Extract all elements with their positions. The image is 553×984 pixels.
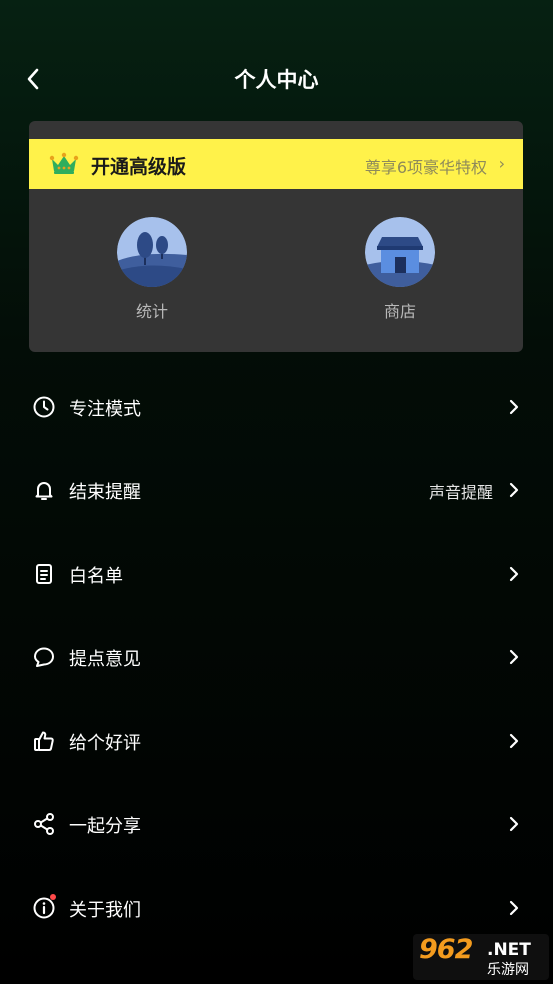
reminder-value: 声音提醒: [428, 483, 493, 502]
clock-icon: [33, 396, 55, 418]
bell-icon: [35, 482, 53, 500]
chevron-right-icon: [509, 816, 519, 832]
menu-item-end-reminder[interactable]: 结束提醒 声音提醒: [0, 460, 553, 520]
menu-label: 结束提醒: [69, 482, 141, 503]
menu-item-whitelist[interactable]: 白名单: [0, 544, 553, 604]
chevron-right-icon: ›: [498, 154, 505, 173]
document-icon: [36, 564, 52, 584]
chat-bubble-icon: [34, 647, 54, 667]
menu-label: 关于我们: [69, 900, 141, 921]
shop-label: 商店: [383, 302, 416, 321]
thumbs-up-icon: [34, 731, 54, 751]
chevron-right-icon: [509, 900, 519, 916]
menu-label: 给个好评: [69, 733, 141, 754]
crown-icon: [49, 152, 79, 174]
menu-label: 白名单: [69, 566, 123, 587]
menu-item-focus-mode[interactable]: 专注模式: [0, 377, 553, 437]
page-title: 个人中心: [234, 68, 319, 92]
notification-dot: [50, 894, 56, 900]
menu-item-share[interactable]: 一起分享: [0, 794, 553, 854]
chevron-right-icon: [509, 399, 519, 415]
shop-icon: [365, 217, 435, 287]
chevron-right-icon: [509, 733, 519, 749]
vip-benefit-text: 尊享6项豪华特权: [364, 158, 487, 177]
watermark-number: 962: [419, 934, 473, 965]
site-watermark-logo: 962 .NET 乐游网: [413, 934, 549, 980]
menu-item-feedback[interactable]: 提点意见: [0, 627, 553, 687]
vip-title: 开通高级版: [91, 156, 187, 178]
stats-label: 统计: [135, 302, 168, 321]
menu-item-rate-us[interactable]: 给个好评: [0, 711, 553, 771]
menu-label: 一起分享: [69, 816, 141, 837]
chevron-right-icon: [509, 482, 519, 498]
chevron-right-icon: [509, 566, 519, 582]
upgrade-premium-banner[interactable]: 开通高级版 尊享6项豪华特权 ›: [29, 139, 523, 189]
watermark-site-name: 乐游网: [487, 962, 529, 978]
chevron-right-icon: [509, 649, 519, 665]
landscape-trees-icon: [117, 217, 187, 287]
stats-entry[interactable]: 统计: [107, 217, 197, 322]
share-icon: [34, 813, 54, 835]
header-bar: 个人中心: [0, 50, 553, 108]
watermark-suffix: .NET: [487, 940, 531, 960]
menu-label: 提点意见: [69, 649, 141, 670]
menu-label: 专注模式: [69, 399, 141, 420]
shop-entry[interactable]: 商店: [355, 217, 445, 322]
vip-card: 开通高级版 尊享6项豪华特权 › 统计 商店: [29, 121, 523, 352]
menu-item-about-us[interactable]: 关于我们: [0, 878, 553, 938]
